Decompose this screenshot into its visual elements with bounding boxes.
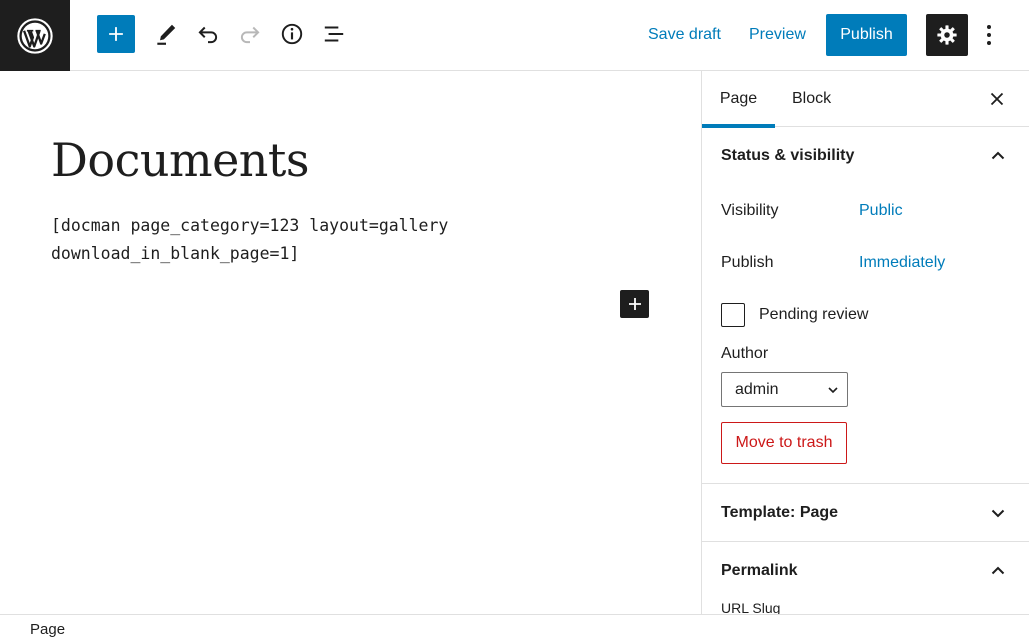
settings-button[interactable] — [926, 14, 968, 56]
close-icon — [990, 92, 1004, 106]
publish-date-toggle[interactable]: Immediately — [859, 254, 945, 272]
chevron-up-icon — [991, 151, 1005, 160]
undo-button[interactable] — [188, 14, 228, 54]
preview-button[interactable]: Preview — [749, 20, 806, 50]
author-selected-value: admin — [735, 380, 779, 398]
block-breadcrumb[interactable]: Page — [30, 621, 65, 638]
plus-icon — [109, 27, 123, 41]
publish-label: Publish — [721, 254, 774, 271]
permalink-panel-toggle[interactable]: Permalink — [702, 542, 1029, 599]
close-sidebar-button[interactable] — [985, 87, 1009, 111]
pending-review-checkbox[interactable] — [721, 303, 745, 327]
list-view-icon — [324, 26, 344, 42]
list-view-button[interactable] — [314, 14, 354, 54]
wordpress-logo-icon — [17, 17, 53, 54]
sidebar-tabs: Page Block — [702, 71, 1029, 128]
panel-spacer — [702, 464, 1029, 483]
author-label: Author — [721, 345, 769, 362]
move-to-trash-button[interactable]: Move to trash — [721, 422, 847, 464]
save-draft-button[interactable]: Save draft — [648, 20, 721, 50]
status-visibility-title: Status & visibility — [721, 147, 855, 164]
editor-footer: Page — [0, 614, 1029, 643]
permalink-title: Permalink — [721, 561, 798, 579]
redo-icon — [240, 26, 260, 44]
template-title: Template: Page — [721, 503, 839, 521]
settings-sidebar: Page Block Status & visibility Visibilit… — [701, 71, 1029, 614]
visibility-row: Visibility Public — [702, 185, 1029, 237]
chevron-up-icon — [991, 566, 1005, 575]
status-visibility-panel-toggle[interactable]: Status & visibility — [702, 127, 1029, 185]
publish-button[interactable]: Publish — [826, 14, 907, 56]
chevron-down-icon — [991, 509, 1005, 518]
editor-canvas: Documents [docman page_category=123 layo… — [0, 71, 701, 614]
tab-block[interactable]: Block — [792, 71, 831, 127]
visibility-label: Visibility — [721, 202, 779, 219]
chevron-down-icon — [828, 387, 838, 394]
tab-page[interactable]: Page — [702, 71, 775, 128]
publish-row: Publish Immediately — [702, 237, 1029, 289]
more-vertical-icon — [987, 25, 991, 45]
info-icon — [281, 23, 303, 45]
author-select[interactable]: admin — [721, 372, 848, 407]
template-panel-toggle[interactable]: Template: Page — [702, 484, 1029, 541]
more-options-button[interactable] — [974, 16, 1004, 54]
redo-button[interactable] — [230, 14, 270, 54]
shortcode-block[interactable]: [docman page_category=123 layout=gallery… — [51, 212, 491, 268]
pending-review-row: Pending review — [702, 289, 1029, 341]
block-inserter-button[interactable] — [97, 15, 135, 53]
post-title[interactable]: Documents — [51, 133, 310, 187]
editor-header: Save draft Preview Publish — [0, 0, 1029, 71]
url-slug-label: URL Slug — [721, 600, 781, 614]
pending-review-label[interactable]: Pending review — [759, 306, 868, 324]
plus-icon — [628, 298, 641, 310]
gear-icon — [937, 25, 957, 45]
wordpress-logo-button[interactable] — [0, 0, 70, 71]
tools-button[interactable] — [146, 14, 186, 54]
pencil-icon — [157, 24, 176, 45]
block-appender-button[interactable] — [620, 290, 649, 318]
visibility-toggle[interactable]: Public — [859, 202, 903, 220]
undo-icon — [198, 26, 218, 44]
details-button[interactable] — [272, 14, 312, 54]
